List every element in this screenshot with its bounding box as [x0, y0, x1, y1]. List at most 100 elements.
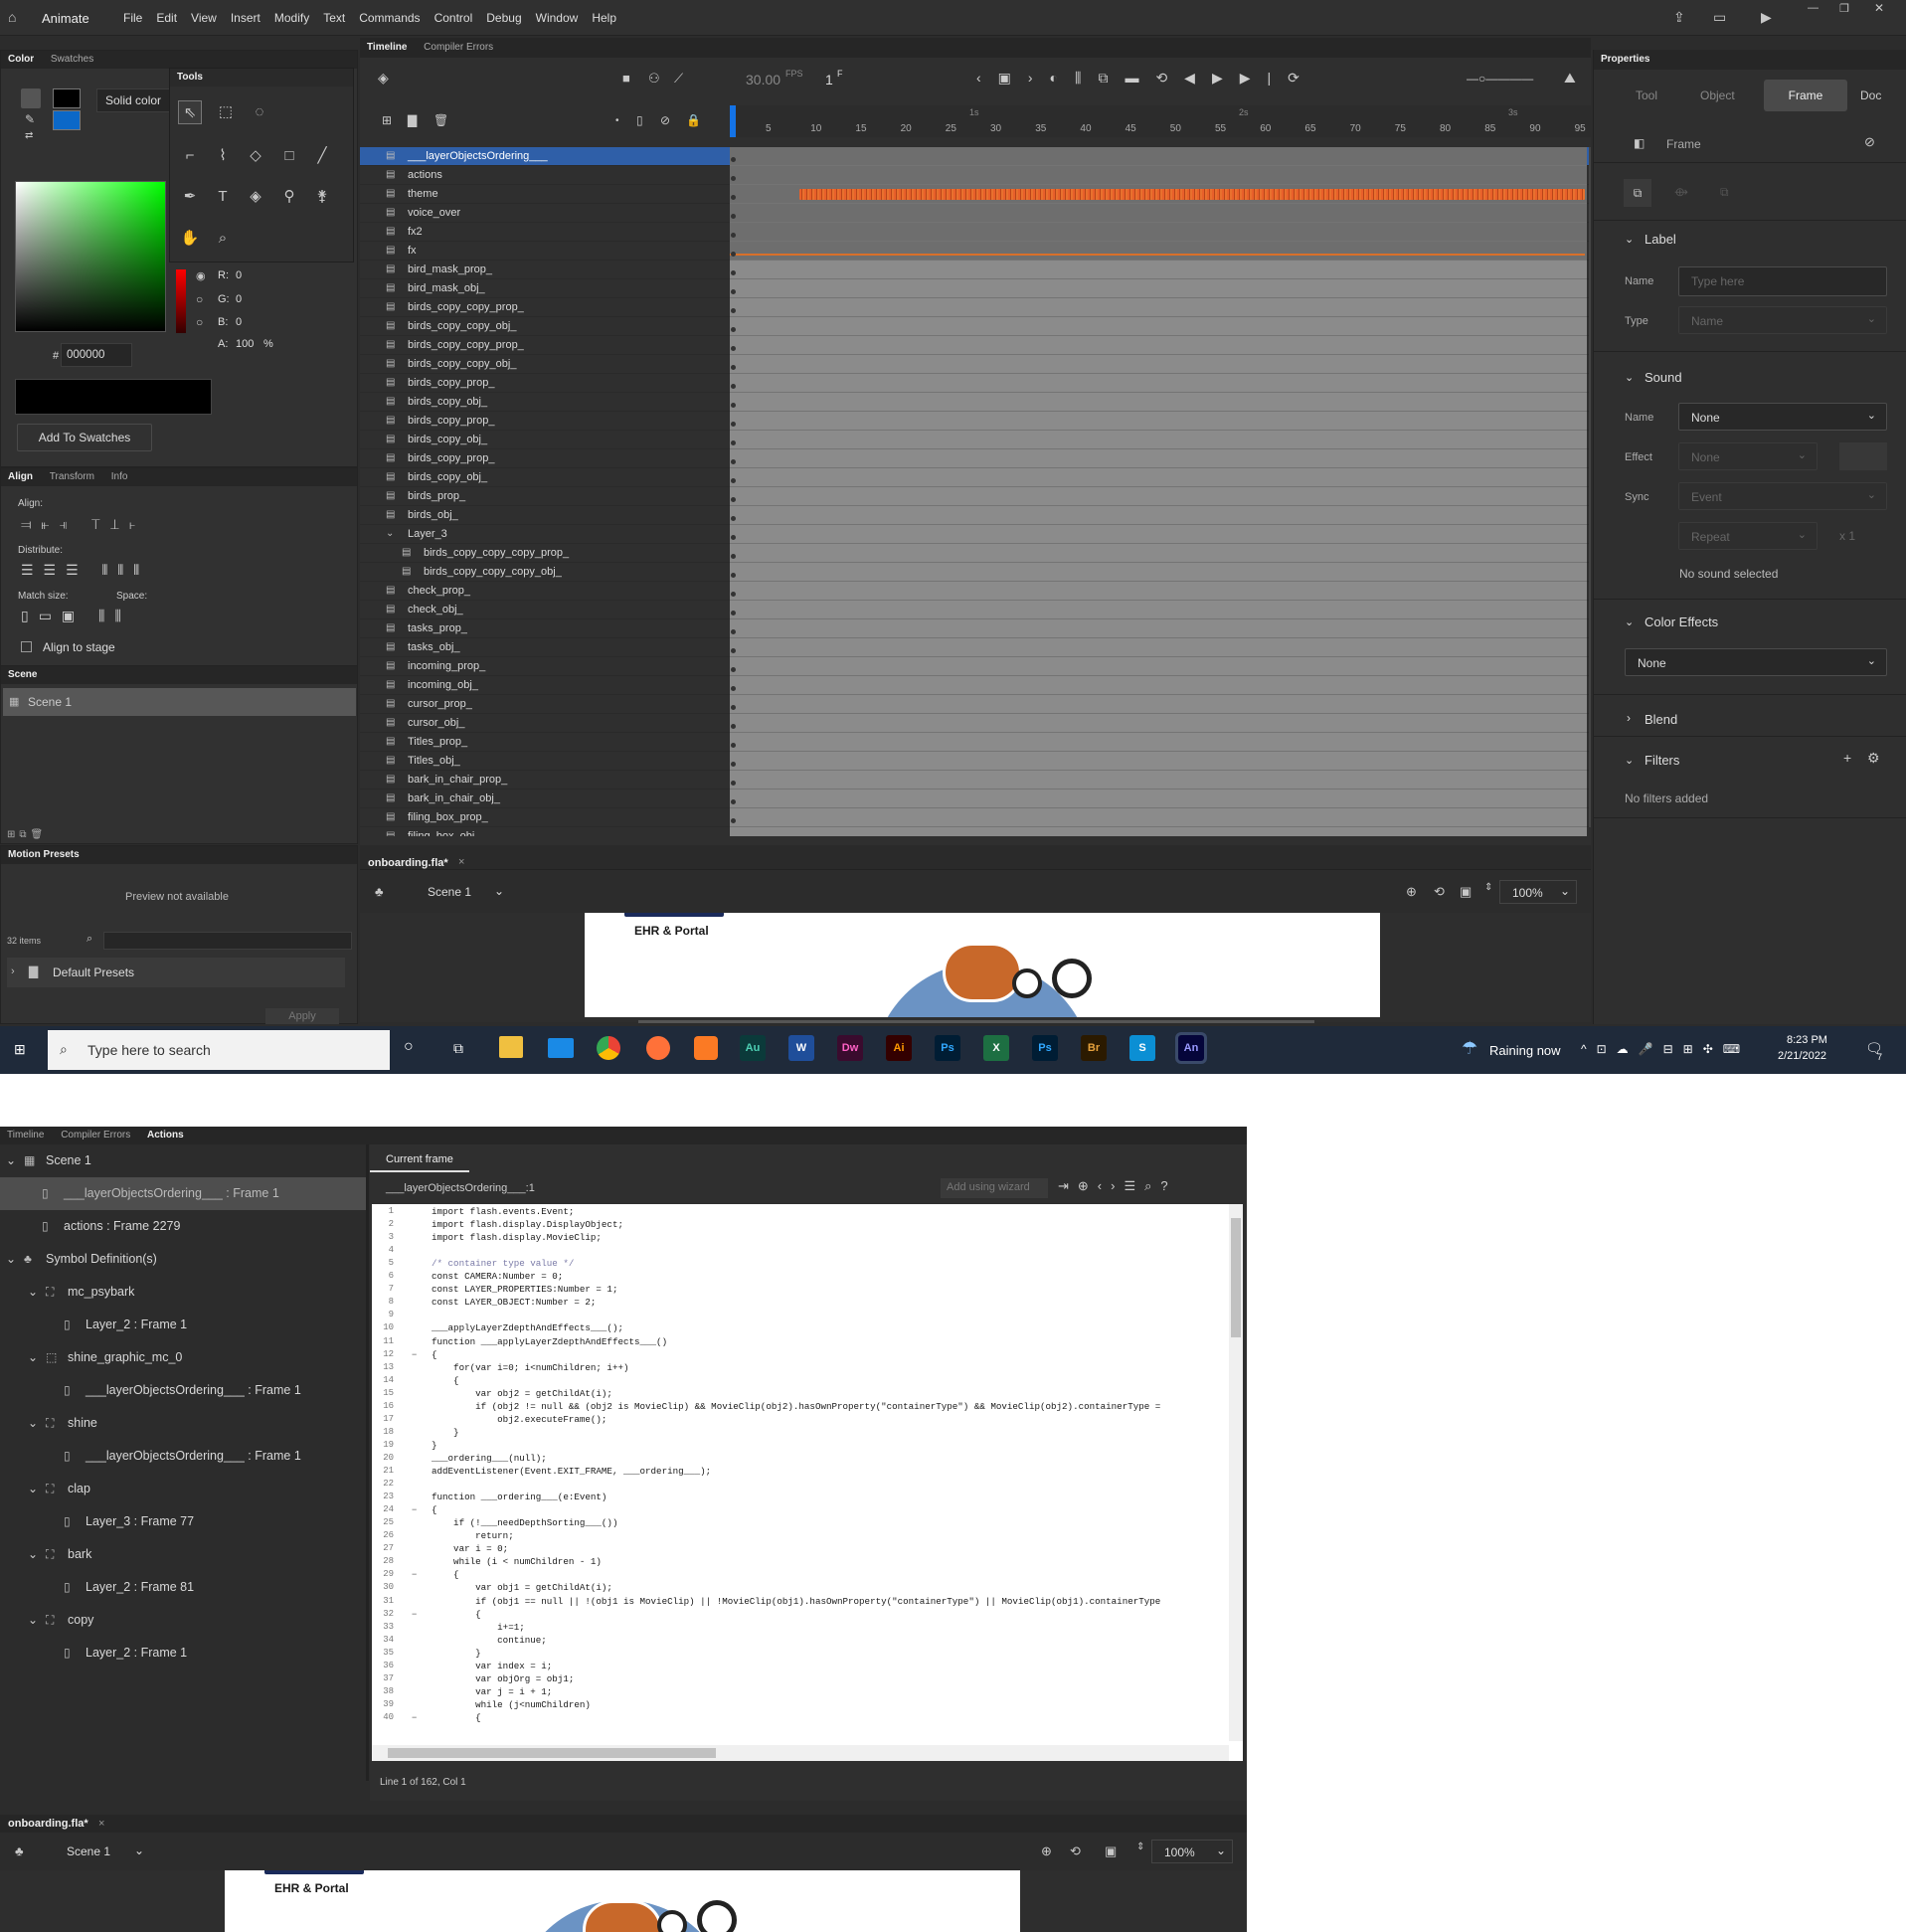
layer-name[interactable]: birds_prop_ [408, 490, 465, 502]
edit-symbol-icon[interactable]: ♣ [15, 1844, 24, 1858]
layer-name[interactable]: bird_mask_prop_ [408, 263, 492, 275]
layer-frames[interactable] [730, 544, 1587, 563]
keyframe-dot[interactable] [731, 686, 736, 691]
add-filter-icon[interactable]: + [1843, 750, 1851, 766]
layer-name[interactable]: incoming_prop_ [408, 660, 485, 672]
keyframe-dot[interactable] [731, 629, 736, 634]
b-value[interactable]: 0 [236, 316, 242, 328]
lasso-icon[interactable]: ◌ [248, 100, 271, 124]
highlight-dot-icon[interactable]: • [615, 115, 619, 126]
rotate-stage-icon[interactable]: ⟲ [1434, 884, 1445, 900]
taskbar-app-icon[interactable]: Au [740, 1035, 766, 1061]
menu-modify[interactable]: Modify [274, 11, 309, 25]
stage-canvas[interactable]: EHR & Portal [585, 913, 1380, 1017]
layer-frames[interactable] [730, 525, 1587, 544]
layer-frames[interactable] [730, 298, 1587, 317]
layer-row[interactable]: ▤ check_obj_ [360, 601, 1590, 619]
keyframe-dot[interactable] [731, 459, 736, 464]
menu-debug[interactable]: Debug [486, 11, 521, 25]
keyframe-dot[interactable] [731, 157, 736, 162]
edit-symbol-icon[interactable]: ♣ [375, 884, 384, 899]
tree-item[interactable]: ⌄ ▦ Scene 1 [0, 1144, 366, 1177]
r-value[interactable]: 0 [236, 269, 242, 281]
layer-row[interactable]: ▤birds_copy_copy_prop_⊘ [360, 298, 1590, 317]
layer-frames[interactable] [730, 601, 1587, 619]
layer-name[interactable]: incoming_obj_ [408, 679, 478, 691]
tab-transform[interactable]: Transform [50, 471, 94, 482]
layer-row[interactable]: ▤ cursor_obj_ [360, 714, 1590, 733]
keyframe-dot[interactable] [731, 611, 736, 615]
chevron-down-icon[interactable]: ⌄ [1625, 233, 1634, 246]
layer-row[interactable]: ▤birds_prop_⊘ [360, 487, 1590, 506]
hue-slider[interactable] [176, 269, 186, 333]
task-view-icon[interactable]: ⧉ [453, 1040, 463, 1057]
keyframe-dot[interactable] [731, 573, 736, 578]
layer-row[interactable]: ▤ theme [360, 185, 1590, 204]
new-folder-icon[interactable]: ▇ [408, 113, 417, 127]
layer-name[interactable]: fx [408, 245, 417, 257]
repeat-select[interactable]: Repeat ⌄ [1678, 522, 1818, 550]
playhead[interactable] [730, 105, 736, 137]
frame-ruler[interactable]: 5 10 15 20 25 30 35 40 45 50 55 60 65 70 75 80 85 90 95 1s… [730, 105, 1593, 137]
paint-bucket-icon[interactable]: ◈ [244, 185, 267, 209]
taskbar-search[interactable]: ⌕ Type here to search [48, 1030, 390, 1070]
layer-frames[interactable] [730, 752, 1587, 771]
chevron-down-icon[interactable]: ⌄ [1625, 754, 1634, 767]
chevron-down-icon[interactable]: ⌄ [28, 1604, 38, 1637]
frame-number[interactable]: 1 [825, 72, 833, 88]
keyframe-dot[interactable] [731, 214, 736, 219]
align-buttons[interactable]: ⫤⫦⫣ ⊤⊥⊦ [21, 516, 145, 533]
tab-swatches[interactable]: Swatches [51, 54, 93, 65]
menu-insert[interactable]: Insert [231, 11, 260, 25]
taskbar-app-icon[interactable]: Br [1081, 1035, 1107, 1061]
tab-color[interactable]: Color [8, 54, 34, 65]
center-stage-icon[interactable]: ⊕ [1041, 1844, 1052, 1859]
center-stage-icon[interactable]: ⊕ [1406, 884, 1417, 900]
layer-row[interactable]: ▤birds_copy_obj_⊘ [360, 431, 1590, 449]
keyframe-dot[interactable] [731, 724, 736, 729]
layer-row[interactable]: ▤ Titles_prop_ [360, 733, 1590, 752]
tree-item[interactable]: ⌄ ⛶ mc_psybark [0, 1276, 366, 1309]
eyedropper-icon[interactable]: ⚲ [277, 185, 301, 209]
repeat-count[interactable]: x 1 [1839, 529, 1855, 543]
layer-name[interactable]: birds_copy_copy_prop_ [408, 339, 524, 351]
layer-name[interactable]: fx2 [408, 226, 423, 238]
windows-start-icon[interactable]: ⊞ [14, 1041, 26, 1058]
layer-row[interactable]: ▤birds_copy_obj_⊘ [360, 468, 1590, 487]
tab-compiler-errors[interactable]: Compiler Errors [61, 1130, 130, 1141]
taskbar-app-icon[interactable]: An [1175, 1032, 1207, 1064]
code-vscrollbar[interactable] [1229, 1204, 1243, 1741]
menu-control[interactable]: Control [434, 11, 473, 25]
keyframe-dot[interactable] [731, 743, 736, 748]
graph-icon[interactable]: ⟋ [674, 71, 683, 87]
motion-tween-icon[interactable]: ⟴ [1674, 185, 1688, 199]
taskbar-app-icon[interactable]: S [1129, 1035, 1155, 1061]
add-to-swatches-button[interactable]: Add To Swatches [17, 424, 152, 451]
layer-name[interactable]: birds_copy_copy_obj_ [408, 320, 516, 332]
taskbar-app-icon[interactable]: Ai [886, 1035, 912, 1061]
layer-frames[interactable] [730, 563, 1587, 582]
layer-row[interactable]: ▤ bark_in_chair_obj_ [360, 790, 1590, 808]
layer-name[interactable]: filing_box_obj_ [408, 830, 480, 836]
chrome-icon[interactable] [597, 1036, 620, 1060]
layer-frames[interactable] [730, 506, 1587, 525]
sync-select[interactable]: Event ⌄ [1678, 482, 1887, 510]
layer-name[interactable]: theme [408, 188, 438, 200]
layer-frames[interactable] [730, 242, 1587, 261]
layer-name[interactable]: birds_copy_obj_ [408, 396, 487, 408]
keyframe-dot[interactable] [731, 327, 736, 332]
swap-colors-icon[interactable]: ⇄ [25, 130, 33, 141]
tree-item[interactable]: ▯ ___layerObjectsOrdering___ : Frame 1 [0, 1177, 366, 1210]
scene-select[interactable]: Scene 1 [67, 1844, 110, 1858]
workspace-icon[interactable]: ▭ [1713, 9, 1726, 26]
layer-row[interactable]: ▤ voice_over [360, 204, 1590, 223]
layer-name[interactable]: bark_in_chair_prop_ [408, 774, 507, 786]
layer-row[interactable]: ▤ fx2 [360, 223, 1590, 242]
layer-row[interactable]: ▤ birds_copy_copy_copy_obj_ [360, 563, 1590, 582]
fold-toggle-icon[interactable]: − [412, 1504, 417, 1514]
chevron-down-icon[interactable]: ⌄ [134, 1844, 144, 1857]
shape-tween-icon[interactable]: ⧉ [1720, 185, 1729, 200]
fold-toggle-icon[interactable]: − [412, 1609, 417, 1619]
menu-edit[interactable]: Edit [156, 11, 177, 25]
layer-frames[interactable] [730, 412, 1587, 431]
